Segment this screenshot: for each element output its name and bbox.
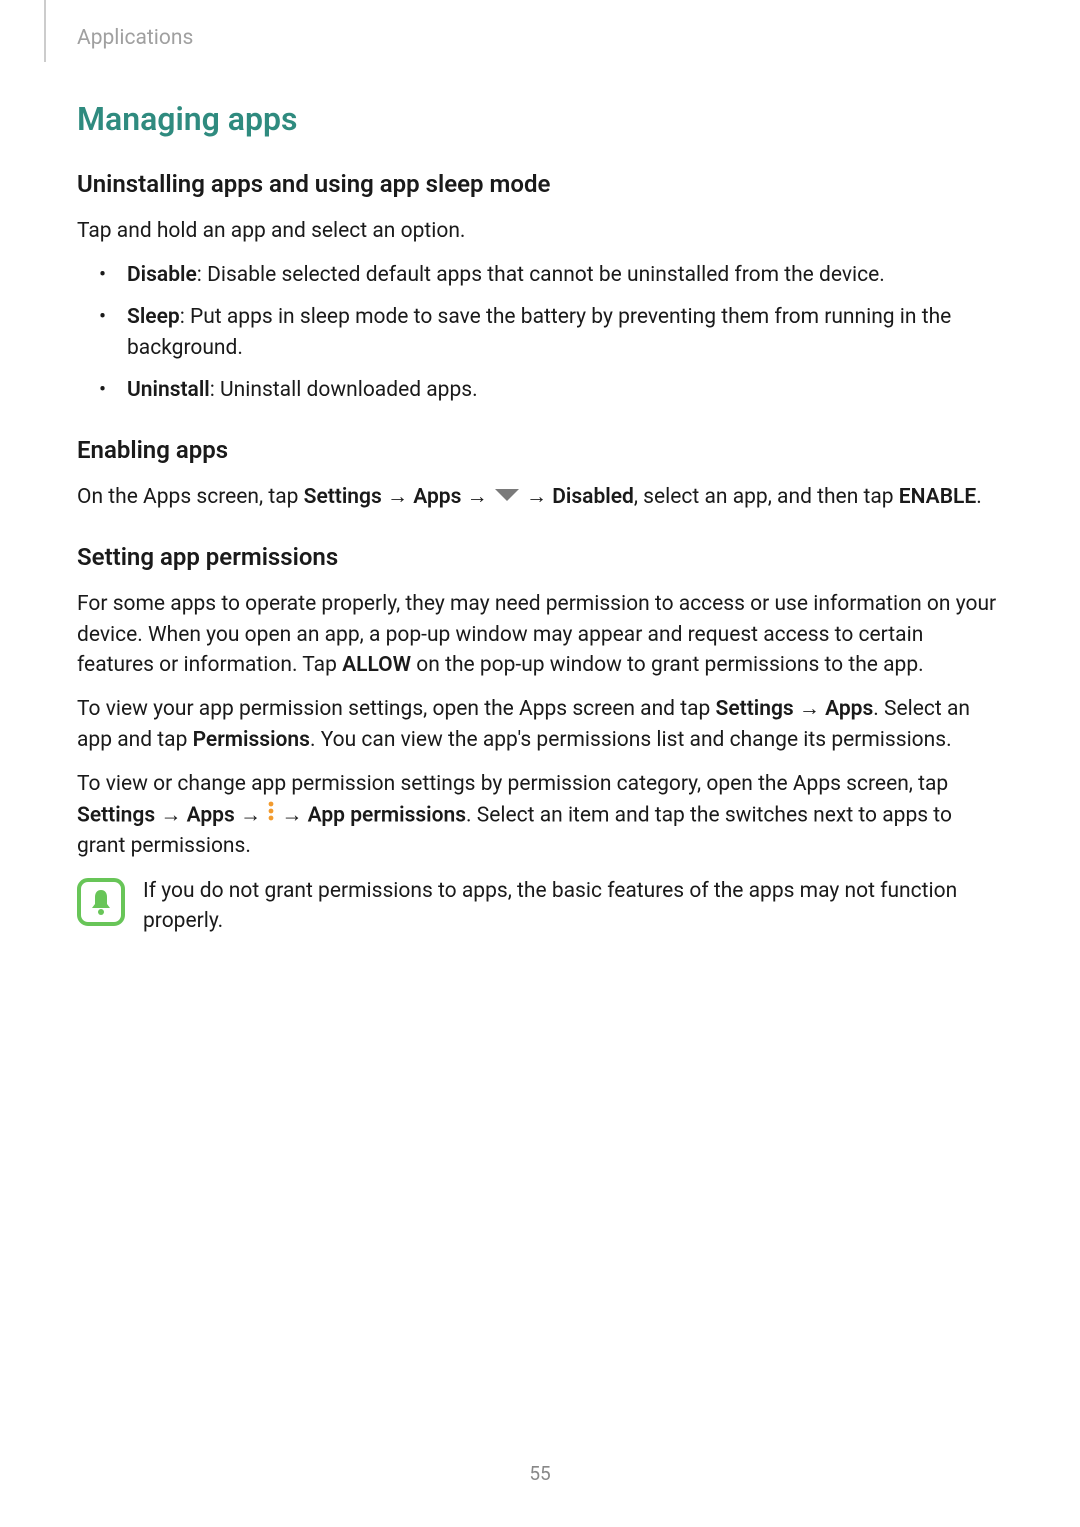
- permissions-p3: To view or change app permission setting…: [77, 769, 1003, 861]
- page-header: Applications: [44, 0, 193, 62]
- bullet-text: : Disable selected default apps that can…: [197, 263, 885, 287]
- header-section-label: Applications: [44, 26, 193, 50]
- page-title: Managing apps: [77, 100, 1003, 138]
- list-item: Sleep: Put apps in sleep mode to save th…: [99, 302, 1003, 365]
- text-part: , select an app, and then tap: [634, 485, 899, 509]
- note-bell-icon: [77, 878, 125, 926]
- list-item: Disable: Disable selected default apps t…: [99, 260, 1003, 292]
- settings-label: Settings: [716, 697, 794, 721]
- note-block: If you do not grant permissions to apps,…: [77, 876, 1003, 937]
- permissions-p1: For some apps to operate properly, they …: [77, 589, 1003, 680]
- list-item: Uninstall: Uninstall downloaded apps.: [99, 375, 1003, 407]
- app-permissions-label: App permissions: [308, 803, 466, 827]
- bullet-list: Disable: Disable selected default apps t…: [77, 260, 1003, 406]
- text-part: To view or change app permission setting…: [77, 772, 948, 796]
- section-uninstalling: Uninstalling apps and using app sleep mo…: [77, 170, 1003, 406]
- period: .: [976, 485, 982, 509]
- text-part: On the Apps screen, tap: [77, 485, 304, 509]
- settings-label: Settings: [304, 485, 382, 509]
- apps-label: Apps: [187, 803, 235, 827]
- apps-label: Apps: [825, 697, 873, 721]
- section-enabling: Enabling apps On the Apps screen, tap Se…: [77, 436, 1003, 513]
- arrow-icon: →: [794, 697, 825, 721]
- enabling-text: On the Apps screen, tap Settings → Apps …: [77, 482, 1003, 513]
- heading-uninstalling: Uninstalling apps and using app sleep mo…: [77, 170, 1003, 198]
- arrow-icon: →: [276, 803, 307, 827]
- settings-label: Settings: [77, 803, 155, 827]
- arrow-icon: →: [235, 803, 266, 827]
- bullet-label: Disable: [127, 263, 197, 287]
- text-part: To view your app permission settings, op…: [77, 697, 716, 721]
- arrow-icon: →: [155, 803, 186, 827]
- bullet-label: Uninstall: [127, 378, 210, 402]
- text-part: on the pop-up window to grant permission…: [411, 653, 924, 677]
- permissions-label: Permissions: [193, 728, 310, 752]
- more-icon: [266, 800, 276, 831]
- heading-enabling: Enabling apps: [77, 436, 1003, 464]
- enable-label: ENABLE: [899, 485, 976, 509]
- page-content: Managing apps Uninstalling apps and usin…: [77, 100, 1003, 966]
- page-number: 55: [0, 1462, 1080, 1485]
- apps-label: Apps: [413, 485, 461, 509]
- arrow-icon: →: [521, 485, 552, 509]
- note-text: If you do not grant permissions to apps,…: [143, 876, 1003, 937]
- section-permissions: Setting app permissions For some apps to…: [77, 543, 1003, 936]
- bullet-text: : Uninstall downloaded apps.: [210, 378, 478, 402]
- allow-label: ALLOW: [342, 653, 411, 677]
- bullet-label: Sleep: [127, 305, 180, 329]
- permissions-p2: To view your app permission settings, op…: [77, 694, 1003, 755]
- text-part: . You can view the app's permissions lis…: [310, 728, 952, 752]
- arrow-icon: →: [382, 485, 413, 509]
- bullet-text: : Put apps in sleep mode to save the bat…: [127, 305, 951, 361]
- dropdown-icon: [493, 483, 521, 513]
- disabled-label: Disabled: [552, 485, 634, 509]
- arrow-icon: →: [461, 485, 492, 509]
- intro-text: Tap and hold an app and select an option…: [77, 216, 1003, 246]
- heading-permissions: Setting app permissions: [77, 543, 1003, 571]
